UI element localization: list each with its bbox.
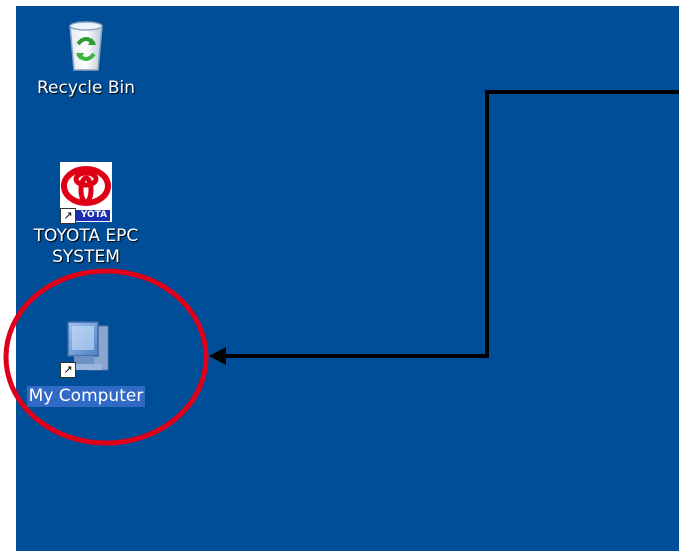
shortcut-arrow-icon: ↗ bbox=[60, 362, 76, 378]
desktop-icon-toyota-epc[interactable]: YOTA ↗ TOYOTA EPC SYSTEM bbox=[16, 160, 156, 268]
my-computer-label: My Computer bbox=[26, 386, 146, 407]
desktop-icon-my-computer[interactable]: ↗ My Computer bbox=[16, 316, 156, 407]
computer-icon: ↗ bbox=[54, 316, 118, 380]
desktop-icon-recycle-bin[interactable]: Recycle Bin bbox=[16, 14, 156, 99]
recycle-bin-icon bbox=[54, 14, 118, 78]
toyota-logo-icon: YOTA ↗ bbox=[54, 160, 118, 224]
toyota-epc-label-line1: TOYOTA EPC bbox=[33, 226, 139, 246]
toyota-badge-text: YOTA bbox=[80, 210, 108, 220]
desktop[interactable]: Recycle Bin YOTA ↗ TOYOTA EPC SYSTEM ↗ M… bbox=[16, 6, 679, 551]
toyota-epc-label-line2: SYSTEM bbox=[52, 247, 120, 267]
shortcut-arrow-icon: ↗ bbox=[60, 208, 76, 224]
recycle-bin-label: Recycle Bin bbox=[36, 78, 135, 98]
